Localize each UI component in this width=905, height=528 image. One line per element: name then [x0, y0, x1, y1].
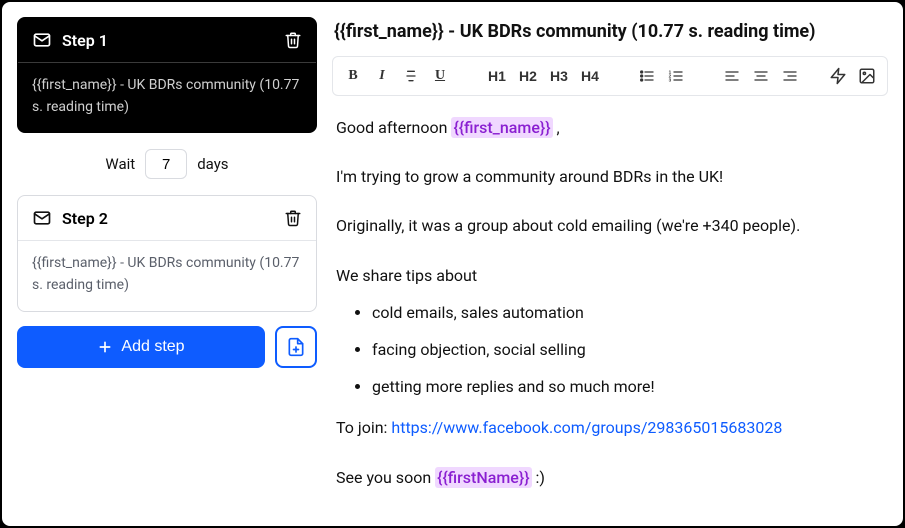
- variable-tag-first-name[interactable]: {{first_name}}: [451, 117, 552, 138]
- insert-image-button[interactable]: [853, 62, 881, 90]
- step-header: Step 1: [18, 18, 316, 63]
- list-item: cold emails, sales automation: [372, 299, 884, 326]
- body-text: See you soon: [336, 468, 435, 487]
- list-item: facing objection, social selling: [372, 336, 884, 363]
- step-subject-preview: {{first_name}} - UK BDRs community (10.7…: [18, 241, 316, 310]
- h2-button[interactable]: H2: [513, 62, 543, 90]
- import-template-button[interactable]: [275, 326, 317, 368]
- trash-icon[interactable]: [284, 31, 302, 49]
- email-subject[interactable]: {{first_name}} - UK BDRs community (10.7…: [332, 17, 888, 56]
- body-text: I'm trying to grow a community around BD…: [336, 163, 884, 190]
- email-body-editor[interactable]: Good afternoon {{first_name}} , I'm tryi…: [332, 96, 888, 511]
- h3-button[interactable]: H3: [544, 62, 574, 90]
- list-item: getting more replies and so much more!: [372, 373, 884, 400]
- align-left-button[interactable]: [718, 62, 746, 90]
- insert-variable-button[interactable]: [824, 62, 852, 90]
- steps-sidebar: Step 1 {{first_name}} - UK BDRs communit…: [17, 17, 317, 511]
- add-step-label: Add step: [121, 338, 184, 356]
- body-text: Originally, it was a group about cold em…: [336, 212, 884, 239]
- step-card-1[interactable]: Step 1 {{first_name}} - UK BDRs communit…: [17, 17, 317, 133]
- align-center-button[interactable]: [747, 62, 775, 90]
- bottom-actions: Add step: [17, 326, 317, 368]
- step-header: Step 2: [18, 196, 316, 241]
- underline-button[interactable]: U: [426, 62, 454, 90]
- unordered-list-button[interactable]: [633, 62, 661, 90]
- body-text: To join:: [336, 418, 391, 437]
- trash-icon[interactable]: [284, 209, 302, 227]
- mail-icon: [32, 30, 52, 50]
- bold-button[interactable]: B: [339, 62, 367, 90]
- step-title: Step 1: [62, 31, 274, 50]
- wait-days-input[interactable]: [145, 149, 187, 179]
- body-text: Good afternoon: [336, 118, 451, 137]
- h1-button[interactable]: H1: [482, 62, 512, 90]
- h4-button[interactable]: H4: [575, 62, 605, 90]
- step-card-2[interactable]: Step 2 {{first_name}} - UK BDRs communit…: [17, 195, 317, 311]
- body-text: ,: [553, 118, 560, 137]
- tips-list: cold emails, sales automation facing obj…: [372, 299, 884, 401]
- variable-tag-firstname[interactable]: {{firstName}}: [435, 467, 531, 488]
- step-subject-preview: {{first_name}} - UK BDRs community (10.7…: [18, 63, 316, 132]
- italic-button[interactable]: I: [368, 62, 396, 90]
- file-plus-icon: [286, 337, 306, 357]
- mail-icon: [32, 208, 52, 228]
- app-frame: Step 1 {{first_name}} - UK BDRs communit…: [0, 0, 905, 528]
- step-title: Step 2: [62, 209, 274, 228]
- wait-label-after: days: [197, 155, 228, 173]
- align-right-button[interactable]: [776, 62, 804, 90]
- wait-label-before: Wait: [105, 155, 135, 173]
- wait-row: Wait days: [17, 133, 317, 195]
- editor-panel: {{first_name}} - UK BDRs community (10.7…: [332, 17, 888, 511]
- plus-icon: [97, 339, 113, 355]
- body-text: We share tips about: [336, 262, 884, 289]
- join-link[interactable]: https://www.facebook.com/groups/29836501…: [391, 418, 782, 437]
- ordered-list-button[interactable]: 123: [662, 62, 690, 90]
- editor-toolbar: B I U H1 H2 H3 H4 123: [332, 56, 888, 96]
- add-step-button[interactable]: Add step: [17, 326, 265, 368]
- strikethrough-button[interactable]: [397, 62, 425, 90]
- svg-text:3: 3: [669, 77, 672, 82]
- body-text: :): [532, 468, 545, 487]
